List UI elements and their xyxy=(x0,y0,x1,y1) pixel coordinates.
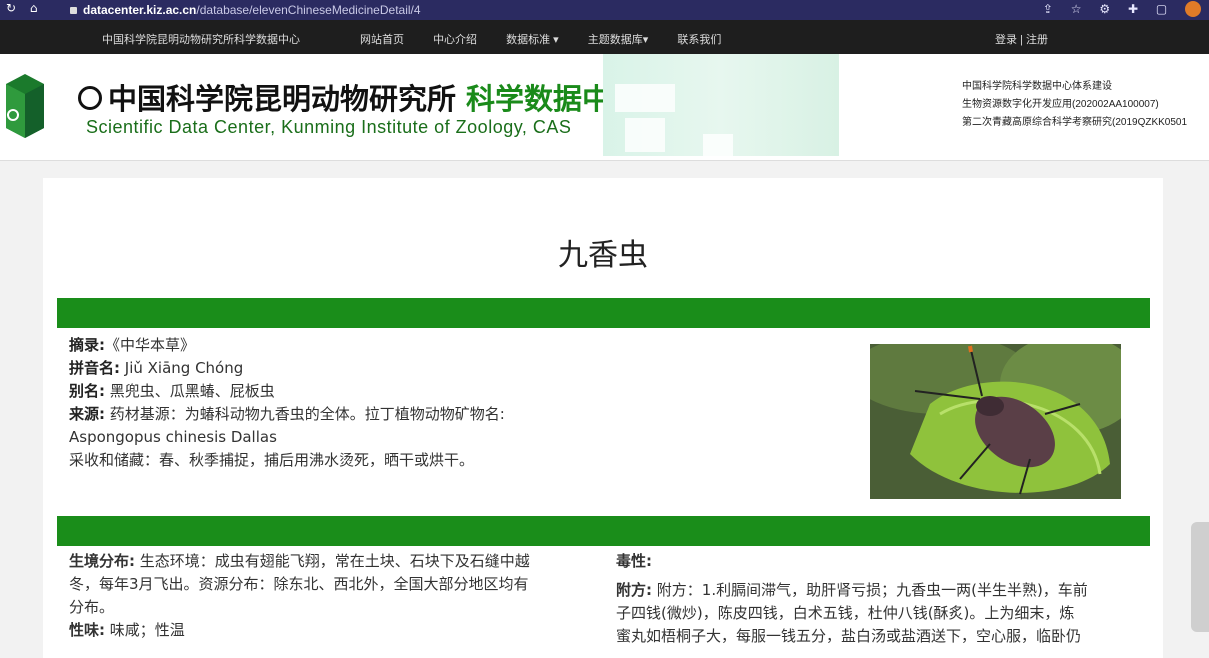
basic-info: 摘录:《中华本草》 拼音名: Jiǔ Xiāng Chóng 别名: 黑兜虫、瓜… xyxy=(69,334,505,472)
excerpt-value: 《中华本草》 xyxy=(105,336,196,354)
habitat-label: 生境分布: xyxy=(69,552,135,570)
project-item: 第二次青藏高原综合科学考察研究(2019QZKK0501 xyxy=(962,117,1188,128)
source-label: 来源: xyxy=(69,405,105,423)
taste-row: 性味: 味咸；性温 xyxy=(69,619,589,642)
excerpt-row: 摘录:《中华本草》 xyxy=(69,334,505,357)
profile-avatar[interactable] xyxy=(1185,1,1201,17)
alias-value: 黑兜虫、瓜黑蝽、屁板虫 xyxy=(109,382,275,400)
topnav-menu: 网站首页 中心介绍 数据标准 ▾ 主题数据库▾ 联系我们 xyxy=(360,31,747,47)
nav-about[interactable]: 中心介绍 xyxy=(433,34,477,46)
alias-label: 别名: xyxy=(69,382,105,400)
taste-label: 性味: xyxy=(69,621,105,639)
nav-standards[interactable]: 数据标准 ▾ xyxy=(506,34,559,46)
pinyin-label: 拼音名: xyxy=(69,359,120,377)
lock-icon xyxy=(70,7,77,15)
formula-section: 毒性: 附方: 附方：1.利膈间滞气，助肝肾亏损；九香虫一两(半生半熟)，车前 … xyxy=(616,550,1146,648)
floating-side-tab[interactable] xyxy=(1191,522,1209,632)
pinyin-value: Jiǔ Xiāng Chóng xyxy=(124,359,244,377)
habitat-text: 冬，每年3月飞出。资源分布：除东北、西北外，全国大部分地区均有 xyxy=(69,575,529,593)
url-path: /database/elevenChineseMedicineDetail/4 xyxy=(196,3,421,17)
project-list: 中国科学院科学数据中心体系建设 生物资源数字化开发应用(202002AA1000… xyxy=(962,78,1187,132)
specimen-photo xyxy=(870,344,1121,499)
formula-value: 附方：1.利膈间滞气，助肝肾亏损；九香虫一两(半生半熟)，车前 xyxy=(656,581,1088,599)
latin-name: Aspongopus chinesis Dallas xyxy=(69,428,277,446)
url-host: datacenter.kiz.ac.cn xyxy=(83,3,197,17)
share-icon[interactable]: ⇪ xyxy=(1043,2,1053,16)
puzzle-icon[interactable]: ✚ xyxy=(1128,2,1138,16)
institute-name: 中国科学院昆明动物研究所 xyxy=(108,82,457,116)
toxicity-row: 毒性: xyxy=(616,550,1146,573)
site-topnav: 中国科学院昆明动物研究所科学数据中心 网站首页 中心介绍 数据标准 ▾ 主题数据… xyxy=(0,20,1209,54)
address-bar[interactable]: datacenter.kiz.ac.cn/database/elevenChin… xyxy=(70,3,421,17)
browser-toolbar: ↻ ⌂ datacenter.kiz.ac.cn/database/eleven… xyxy=(0,0,1209,20)
taste-value: 味咸；性温 xyxy=(109,621,185,639)
login-register-link[interactable]: 登录 | 注册 xyxy=(995,31,1048,47)
header-banner-image xyxy=(603,54,839,156)
section-divider xyxy=(57,516,1150,546)
project-item: 中国科学院科学数据中心体系建设 xyxy=(962,81,1112,92)
harvest-info: 采收和储藏：春、秋季捕捉，捕后用沸水烫死，晒干或烘干。 xyxy=(69,451,475,469)
alias-row: 别名: 黑兜虫、瓜黑蝽、屁板虫 xyxy=(69,380,505,403)
topnav-brand[interactable]: 中国科学院昆明动物研究所科学数据中心 xyxy=(102,31,300,47)
site-title-cn[interactable]: 中国科学院昆明动物研究所 科学数据中心 xyxy=(78,76,640,118)
habitat-row: 生境分布: 生态环境：成虫有翅能飞翔，常在土块、石块下及石缝中越 xyxy=(69,550,589,573)
site-header: 中国科学院昆明动物研究所 科学数据中心 Scientific Data Cente… xyxy=(0,54,1209,161)
reload-icon[interactable]: ↻ xyxy=(6,1,16,15)
habitat-text: 分布。 xyxy=(69,598,115,616)
detail-card: 九香虫 摘录:《中华本草》 拼音名: Jiǔ Xiāng Chóng 别名: 黑… xyxy=(43,178,1163,658)
formula-text: 蜜丸如梧桐子大，每服一钱五分，盐白汤或盐酒送下，空心服，临卧仍 xyxy=(616,627,1082,645)
nav-databases[interactable]: 主题数据库▾ xyxy=(588,34,649,46)
source-value: 药材基源：为蝽科动物九香虫的全体。拉丁植物动物矿物名: xyxy=(109,405,505,423)
star-icon[interactable]: ☆ xyxy=(1071,2,1082,16)
nav-contact[interactable]: 联系我们 xyxy=(677,34,721,46)
extension-icon[interactable]: ⚙ xyxy=(1099,2,1110,16)
cube-logo-icon xyxy=(6,74,44,138)
project-item: 生物资源数字化开发应用(202002AA100007) xyxy=(962,99,1159,110)
habitat-section: 生境分布: 生态环境：成虫有翅能飞翔，常在土块、石块下及石缝中越 冬，每年3月飞… xyxy=(69,550,589,642)
page-title: 九香虫 xyxy=(558,238,648,273)
cas-seal-icon xyxy=(78,86,102,110)
toxicity-label: 毒性: xyxy=(616,552,652,570)
formula-label: 附方: xyxy=(616,581,652,599)
section-divider xyxy=(57,298,1150,328)
nav-home[interactable]: 网站首页 xyxy=(360,34,404,46)
pinyin-row: 拼音名: Jiǔ Xiāng Chóng xyxy=(69,357,505,380)
window-icon[interactable]: ▢ xyxy=(1156,2,1167,16)
formula-row: 附方: 附方：1.利膈间滞气，助肝肾亏损；九香虫一两(半生半熟)，车前 xyxy=(616,579,1146,602)
home-icon[interactable]: ⌂ xyxy=(30,1,38,15)
excerpt-label: 摘录: xyxy=(69,336,105,354)
source-row: 来源: 药材基源：为蝽科动物九香虫的全体。拉丁植物动物矿物名: xyxy=(69,403,505,426)
site-title-en: Scientific Data Center, Kunming Institut… xyxy=(86,117,572,137)
habitat-value: 生态环境：成虫有翅能飞翔，常在土块、石块下及石缝中越 xyxy=(139,552,530,570)
browser-nav: ↻ ⌂ xyxy=(6,1,48,15)
browser-actions: ⇪ ☆ ⚙ ✚ ▢ xyxy=(1029,1,1201,17)
formula-text: 子四钱(微炒)，陈皮四钱，白术五钱，杜仲八钱(酥炙)。上为细末，炼 xyxy=(616,604,1075,622)
